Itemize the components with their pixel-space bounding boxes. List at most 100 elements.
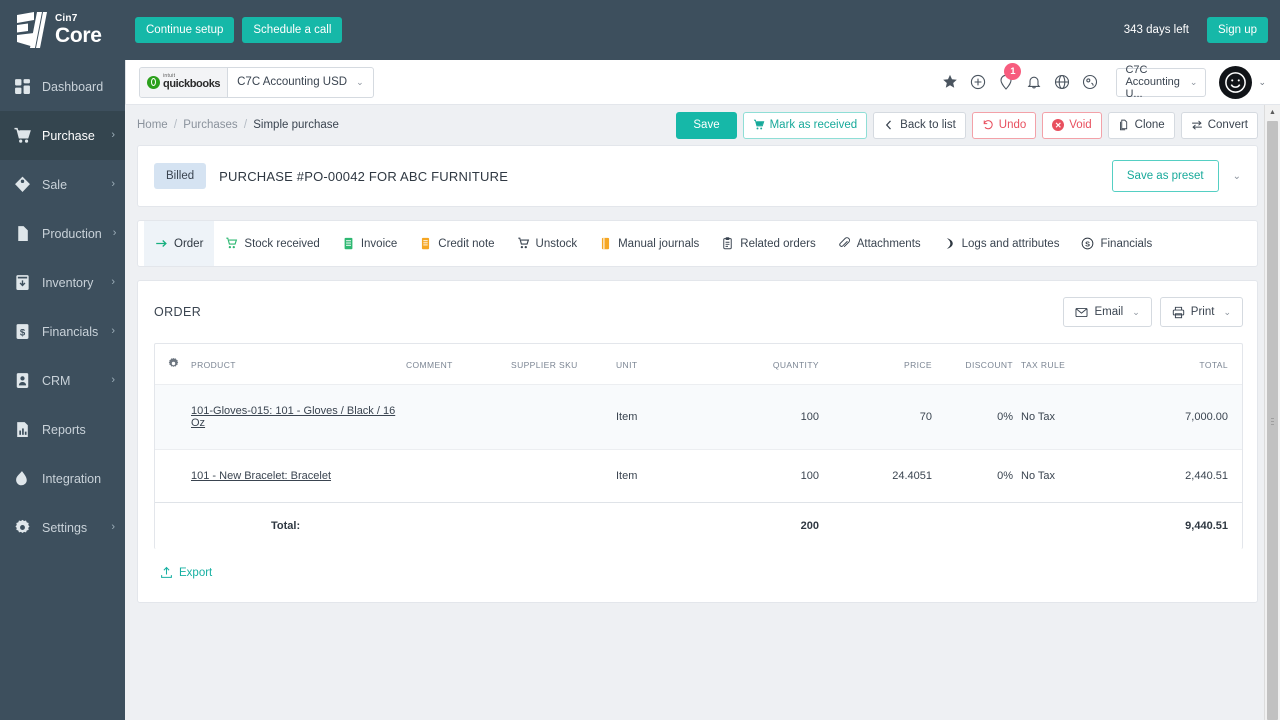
globe-icon[interactable] <box>1048 68 1076 96</box>
schedule-a-call-button[interactable]: Schedule a call <box>242 17 343 43</box>
cell-unit: Item <box>616 384 716 450</box>
void-button[interactable]: ✕ Void <box>1042 111 1102 139</box>
tab-attachments[interactable]: Attachments <box>827 221 932 266</box>
sidebar-item-inventory[interactable]: Inventory › <box>0 258 125 307</box>
undo-icon <box>983 120 993 130</box>
sidebar-item-integration[interactable]: Integration <box>0 454 125 503</box>
continue-setup-button[interactable]: Continue setup <box>135 17 235 43</box>
export-button[interactable]: Export <box>160 566 212 579</box>
email-button[interactable]: Email ⌄ <box>1063 297 1152 327</box>
convert-button[interactable]: Convert <box>1180 111 1258 139</box>
totals-comment <box>406 502 511 549</box>
vertical-scrollbar[interactable]: ▲ <box>1264 105 1280 720</box>
row-handle <box>155 384 191 450</box>
brand-core: Core <box>55 24 102 47</box>
back-to-list-button[interactable]: Back to list <box>873 111 966 139</box>
sidebar-item-label: Production <box>42 226 102 241</box>
cart-received-icon <box>753 119 764 130</box>
sub-header: intuit quickbooks C7C Accounting USD ⌄ 1 <box>125 60 1280 105</box>
scrollbar-thumb[interactable] <box>1267 121 1278 720</box>
tab-label: Related orders <box>740 237 816 250</box>
connector-account-value: C7C Accounting USD <box>237 76 348 88</box>
sidebar-item-crm[interactable]: CRM › <box>0 356 125 405</box>
column-product: PRODUCT <box>191 359 236 370</box>
product-link[interactable]: 101-Gloves-015: 101 - Gloves / Black / 1… <box>191 405 395 429</box>
days-left-label: 343 days left <box>1123 24 1189 36</box>
tab-manual-journals[interactable]: Manual journals <box>588 221 710 266</box>
quickbooks-logo-icon: intuit quickbooks <box>140 67 229 97</box>
tab-label: Attachments <box>856 237 921 250</box>
sidebar-item-settings[interactable]: Settings › <box>0 503 125 552</box>
brand-logo-block[interactable]: Cin7 Core <box>0 0 125 60</box>
table-row[interactable]: 101-Gloves-015: 101 - Gloves / Black / 1… <box>155 384 1242 450</box>
gear-icon <box>14 519 31 536</box>
chevron-right-icon: › <box>111 374 115 386</box>
tab-stock-received[interactable]: Stock received <box>214 221 330 266</box>
plus-circle-icon[interactable] <box>964 68 992 96</box>
tab-invoice[interactable]: Invoice <box>331 221 408 266</box>
export-upload-icon <box>161 566 172 578</box>
tab-logs-and-attributes[interactable]: Logs and attributes <box>932 221 1071 266</box>
contact-card-icon <box>14 372 31 389</box>
column-settings-cell[interactable] <box>155 344 191 385</box>
sign-up-button[interactable]: Sign up <box>1206 17 1268 43</box>
breadcrumb-purchases[interactable]: Purchases <box>183 119 237 131</box>
totals-row: Total: 200 9,440.51 <box>155 502 1242 549</box>
mark-as-received-button[interactable]: Mark as received <box>742 111 868 139</box>
table-row[interactable]: 101 - New Bracelet: Bracelet Item 100 24… <box>155 449 1242 503</box>
sidebar-item-reports[interactable]: Reports <box>0 405 125 454</box>
organization-select[interactable]: C7C Accounting U... ⌄ <box>1116 64 1207 100</box>
help-icon[interactable] <box>1076 68 1104 96</box>
avatar[interactable] <box>1219 65 1253 99</box>
clone-button[interactable]: Clone <box>1107 111 1175 139</box>
sidebar-item-purchase[interactable]: Purchase › <box>0 111 125 160</box>
tab-order[interactable]: Order <box>144 221 215 266</box>
sidebar-item-dashboard[interactable]: Dashboard <box>0 62 125 111</box>
save-as-preset-button[interactable]: Save as preset <box>1111 160 1219 192</box>
tab-credit-note[interactable]: Credit note <box>408 221 505 266</box>
sidebar-item-label: Reports <box>42 422 86 437</box>
scroll-up-arrow-icon[interactable]: ▲ <box>1265 105 1280 119</box>
tab-financials[interactable]: S Financials <box>1070 221 1163 266</box>
print-button[interactable]: Print ⌄ <box>1159 297 1243 327</box>
tab-label: Financials <box>1100 237 1153 250</box>
sidebar-item-production[interactable]: Production › <box>0 209 125 258</box>
chevron-left-icon <box>886 120 892 130</box>
email-label: Email <box>1094 306 1124 318</box>
bell-icon[interactable] <box>1020 68 1048 96</box>
mark-as-received-label: Mark as received <box>769 119 858 131</box>
void-icon: ✕ <box>1052 119 1065 131</box>
tab-unstock[interactable]: Unstock <box>506 221 589 266</box>
totals-unit <box>616 502 716 549</box>
envelope-icon <box>1075 307 1088 317</box>
chevron-right-icon: › <box>111 178 115 190</box>
print-label: Print <box>1190 306 1215 318</box>
sidebar-item-label: Integration <box>42 471 102 486</box>
chevron-right-icon: › <box>111 129 115 141</box>
star-icon[interactable] <box>936 68 964 96</box>
table-body: 101-Gloves-015: 101 - Gloves / Black / 1… <box>155 384 1242 549</box>
sidebar-item-sale[interactable]: Sale › <box>0 160 125 209</box>
quickbooks-connector-select[interactable]: intuit quickbooks C7C Accounting USD ⌄ <box>139 66 374 98</box>
breadcrumb-home[interactable]: Home <box>137 119 168 131</box>
preset-chevron-down-icon[interactable]: ⌄ <box>1233 171 1241 182</box>
undo-button[interactable]: Undo <box>971 111 1037 139</box>
tab-label: Credit note <box>438 237 495 250</box>
location-pin-icon[interactable]: 1 <box>992 63 1022 96</box>
brand-cin7: Cin7 <box>55 13 78 24</box>
content-area: Home / Purchases / Simple purchase Save … <box>125 105 1280 720</box>
sidebar-item-financials[interactable]: $ Financials › <box>0 307 125 356</box>
cart-icon <box>14 127 31 144</box>
integration-icon <box>14 470 31 487</box>
page-title: PURCHASE #PO-00042 FOR ABC FURNITURE <box>219 168 509 184</box>
cell-product: 101 - New Bracelet: Bracelet <box>191 449 406 503</box>
tab-related-orders[interactable]: Related orders <box>710 221 826 266</box>
save-button[interactable]: Save <box>676 111 737 139</box>
gear-icon <box>168 357 178 367</box>
column-total: TOTAL <box>1199 359 1228 370</box>
avatar-chevron-down-icon[interactable]: ⌄ <box>1258 77 1266 88</box>
totals-quantity: 200 <box>716 502 831 549</box>
order-heading: ORDER <box>154 305 202 319</box>
arrow-right-icon <box>156 240 167 247</box>
product-link[interactable]: 101 - New Bracelet: Bracelet <box>191 470 331 482</box>
